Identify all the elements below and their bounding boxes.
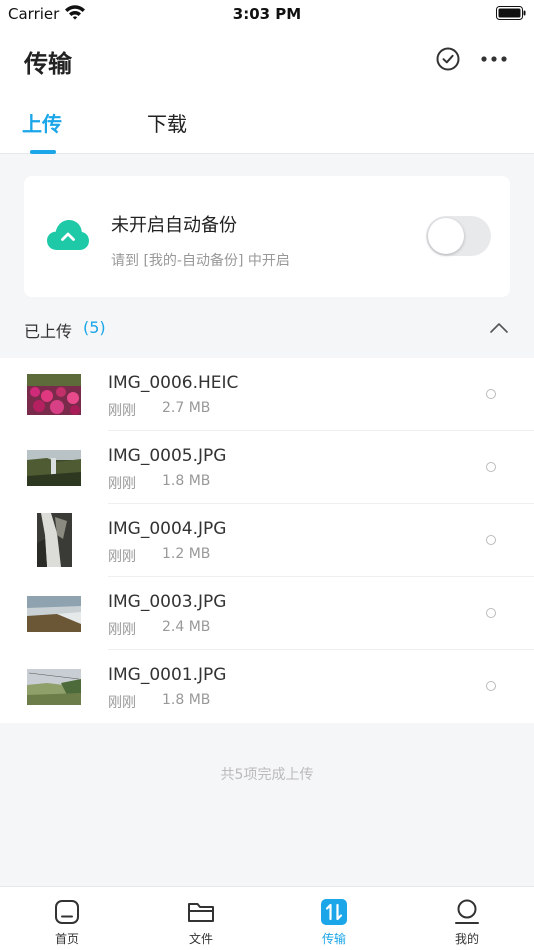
upload-status-indicator xyxy=(486,535,496,545)
file-name: IMG_0003.JPG xyxy=(108,592,227,612)
section-label: 已上传 xyxy=(24,322,73,341)
tab-label: 传输 xyxy=(321,932,346,946)
page-title: 传输 xyxy=(24,50,72,78)
file-name: IMG_0004.JPG xyxy=(108,519,227,539)
file-time: 刚刚 xyxy=(108,476,136,492)
file-time: 刚刚 xyxy=(108,622,136,638)
upload-status-indicator xyxy=(486,681,496,691)
bottom-tab-files[interactable]: 文件 xyxy=(134,887,268,950)
file-row[interactable]: IMG_0006.HEIC 刚刚 2.7 MB xyxy=(0,358,534,431)
file-row[interactable]: IMG_0004.JPG 刚刚 1.2 MB xyxy=(0,504,534,577)
section-count: (5) xyxy=(83,318,106,337)
upload-summary: 共5项完成上传 xyxy=(220,767,314,783)
photo-thumbnail xyxy=(27,374,81,415)
upload-status-indicator xyxy=(486,608,496,618)
photo-thumbnail xyxy=(27,596,81,632)
upload-status-indicator xyxy=(486,462,496,472)
chevron-up-icon[interactable] xyxy=(489,322,509,334)
backup-subtitle: 请到 [我的-自动备份] 中开启 xyxy=(111,253,290,269)
select-check-icon[interactable] xyxy=(436,47,460,71)
photo-thumbnail xyxy=(37,513,72,567)
file-row[interactable]: IMG_0001.JPG 刚刚 1.8 MB xyxy=(0,650,534,723)
photo-thumbnail xyxy=(27,450,81,486)
file-time: 刚刚 xyxy=(108,549,136,565)
toggle-knob xyxy=(428,218,464,254)
file-size: 1.8 MB xyxy=(162,473,211,489)
bottom-tab-bar: 首页 文件 传输 我的 xyxy=(0,886,534,950)
auto-backup-toggle[interactable] xyxy=(426,216,491,256)
file-size: 1.8 MB xyxy=(162,692,211,708)
more-icon[interactable] xyxy=(480,52,508,66)
bottom-tab-profile[interactable]: 我的 xyxy=(400,887,534,950)
tab-label: 我的 xyxy=(454,932,479,946)
bottom-tab-transfer[interactable]: 传输 xyxy=(267,887,401,950)
file-name: IMG_0005.JPG xyxy=(108,446,227,466)
photo-thumbnail xyxy=(27,669,81,705)
battery-icon xyxy=(496,6,526,20)
home-icon xyxy=(55,900,79,924)
active-tab-indicator xyxy=(30,150,56,154)
tab-label: 文件 xyxy=(188,932,213,946)
file-size: 2.4 MB xyxy=(162,619,211,635)
profile-icon xyxy=(455,899,479,924)
file-name: IMG_0006.HEIC xyxy=(108,373,239,393)
auto-backup-card: 未开启自动备份 请到 [我的-自动备份] 中开启 xyxy=(24,176,510,297)
file-size: 1.2 MB xyxy=(162,546,211,562)
file-row[interactable]: IMG_0003.JPG 刚刚 2.4 MB xyxy=(0,577,534,650)
file-time: 刚刚 xyxy=(108,695,136,711)
file-time: 刚刚 xyxy=(108,403,136,419)
transfer-tabs: 上传 下载 xyxy=(0,90,534,154)
tab-upload[interactable]: 上传 xyxy=(22,108,62,137)
uploaded-file-list: IMG_0006.HEIC 刚刚 2.7 MB IMG_0005.JPG 刚刚 … xyxy=(0,358,534,723)
uploaded-section-header[interactable]: 已上传 (5) xyxy=(0,300,534,358)
status-time: 3:03 PM xyxy=(232,5,302,23)
cloud-upload-icon xyxy=(47,220,89,250)
status-bar: Carrier 3:03 PM xyxy=(0,0,534,30)
tab-label: 首页 xyxy=(54,932,79,946)
file-size: 2.7 MB xyxy=(162,400,211,416)
transfer-icon xyxy=(321,899,347,925)
folder-icon xyxy=(188,903,214,922)
file-name: IMG_0001.JPG xyxy=(108,665,227,685)
file-row[interactable]: IMG_0005.JPG 刚刚 1.8 MB xyxy=(0,431,534,504)
upload-status-indicator xyxy=(486,389,496,399)
tab-download[interactable]: 下载 xyxy=(147,108,187,137)
bottom-tab-home[interactable]: 首页 xyxy=(0,887,134,950)
backup-title: 未开启自动备份 xyxy=(111,215,237,236)
nav-bar: 传输 xyxy=(0,30,534,90)
